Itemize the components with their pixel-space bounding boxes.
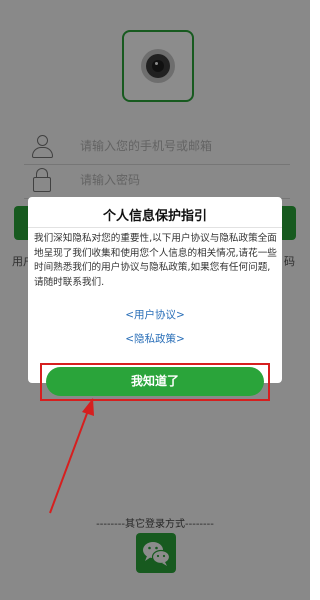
privacy-policy-link[interactable]: <隐私政策> <box>28 331 282 346</box>
confirm-button[interactable]: 我知道了 <box>46 367 264 396</box>
user-agreement-link[interactable]: <用户协议> <box>28 307 282 322</box>
dialog-body-text: 我们深知隐私对您的重要性,以下用户协议与隐私政策全面地呈现了我们收集和使用您个人… <box>34 233 277 288</box>
dialog-divider <box>28 227 282 228</box>
dialog-title: 个人信息保护指引 <box>102 209 207 224</box>
privacy-dialog: 个人信息保护指引 我们深知隐私对您的重要性,以下用户协议与隐私政策全面地呈现了我… <box>28 197 282 383</box>
